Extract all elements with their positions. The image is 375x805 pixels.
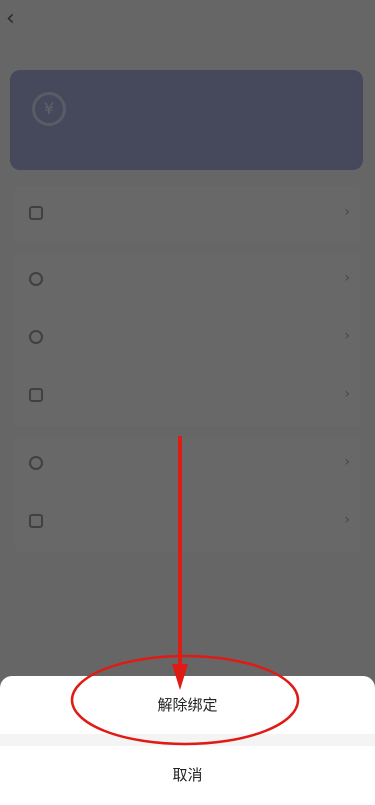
- action-sheet: 解除绑定 取消: [0, 676, 375, 805]
- unbind-button[interactable]: 解除绑定: [0, 676, 375, 734]
- cancel-button[interactable]: 取消: [0, 746, 375, 805]
- sheet-divider: [0, 734, 375, 746]
